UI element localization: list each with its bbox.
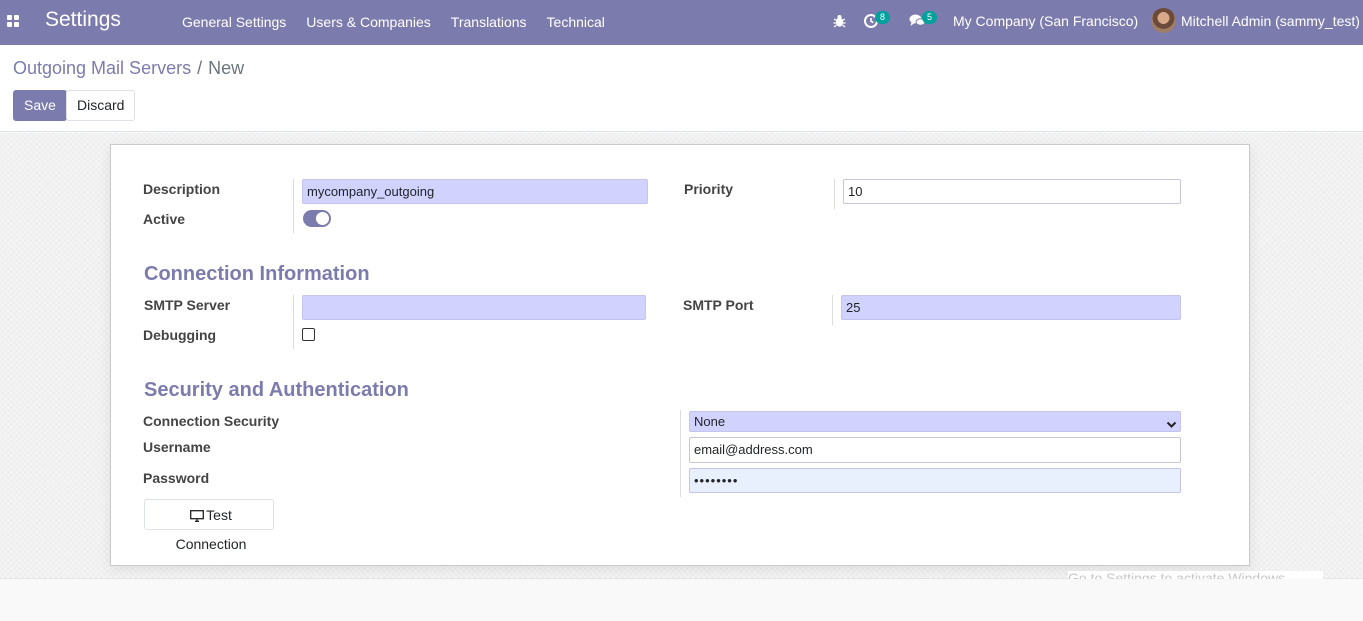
user-menu[interactable]: Mitchell Admin (sammy_test) — [1181, 13, 1360, 29]
toggle-knob — [316, 212, 329, 225]
smtp-server-input[interactable] — [302, 295, 646, 320]
password-input[interactable]: •••••••• — [689, 468, 1181, 493]
company-switcher[interactable]: My Company (San Francisco) — [953, 13, 1138, 29]
debugging-label: Debugging — [143, 327, 217, 343]
priority-input[interactable]: 10 — [843, 179, 1181, 204]
app-title[interactable]: Settings — [45, 8, 121, 32]
debug-bug-icon[interactable] — [833, 14, 846, 31]
active-toggle[interactable] — [303, 210, 331, 227]
debugging-checkbox[interactable] — [302, 328, 315, 341]
activity-count-badge: 8 — [875, 11, 890, 24]
username-label: Username — [143, 439, 211, 455]
connection-security-value: None — [694, 414, 726, 429]
menu-users-companies[interactable]: Users & Companies — [296, 0, 441, 45]
username-input[interactable]: email@address.com — [689, 437, 1181, 463]
windows-activation-watermark: Go to Settings to activate Windows. — [1068, 571, 1323, 579]
field-divider — [293, 295, 294, 349]
main-menu: General Settings Users & Companies Trans… — [172, 0, 615, 45]
discard-button[interactable]: Discard — [66, 90, 136, 121]
smtp-port-input[interactable]: 25 — [841, 295, 1181, 320]
field-divider — [834, 179, 835, 209]
apps-menu-icon[interactable] — [7, 15, 20, 27]
connection-security-label: Connection Security — [143, 413, 280, 429]
smtp-server-label: SMTP Server — [144, 297, 231, 313]
test-connection-button[interactable]: Test Connection — [144, 499, 274, 552]
breadcrumb-separator: / — [197, 58, 203, 78]
breadcrumb-parent-link[interactable]: Outgoing Mail Servers — [13, 58, 191, 78]
menu-general-settings[interactable]: General Settings — [172, 0, 296, 45]
messages-count-badge: 5 — [922, 11, 937, 24]
menu-translations[interactable]: Translations — [441, 0, 537, 45]
priority-label: Priority — [684, 181, 734, 197]
password-label: Password — [143, 470, 210, 486]
field-divider — [680, 410, 681, 497]
field-divider — [832, 295, 833, 325]
connection-information-heading: Connection Information — [144, 263, 370, 285]
form-sheet — [110, 144, 1250, 566]
description-label: Description — [143, 181, 221, 197]
active-label: Active — [143, 211, 186, 227]
top-navbar: Settings General Settings Users & Compan… — [0, 0, 1363, 45]
breadcrumb: Outgoing Mail Servers / New — [13, 58, 244, 79]
test-connection-label: Test Connection — [175, 507, 247, 552]
chevron-down-icon — [1166, 416, 1177, 435]
security-authentication-heading: Security and Authentication — [144, 379, 409, 401]
field-divider — [293, 179, 294, 233]
user-avatar[interactable] — [1151, 8, 1176, 33]
connection-security-select[interactable]: None — [689, 411, 1181, 432]
save-button[interactable]: Save — [13, 90, 67, 121]
menu-technical[interactable]: Technical — [537, 0, 615, 45]
monitor-icon — [190, 510, 205, 522]
description-input[interactable]: mycompany_outgoing — [302, 179, 648, 204]
control-panel: Outgoing Mail Servers / New Save Discard — [0, 45, 1363, 132]
breadcrumb-current: New — [208, 58, 245, 78]
smtp-port-label: SMTP Port — [683, 297, 754, 313]
